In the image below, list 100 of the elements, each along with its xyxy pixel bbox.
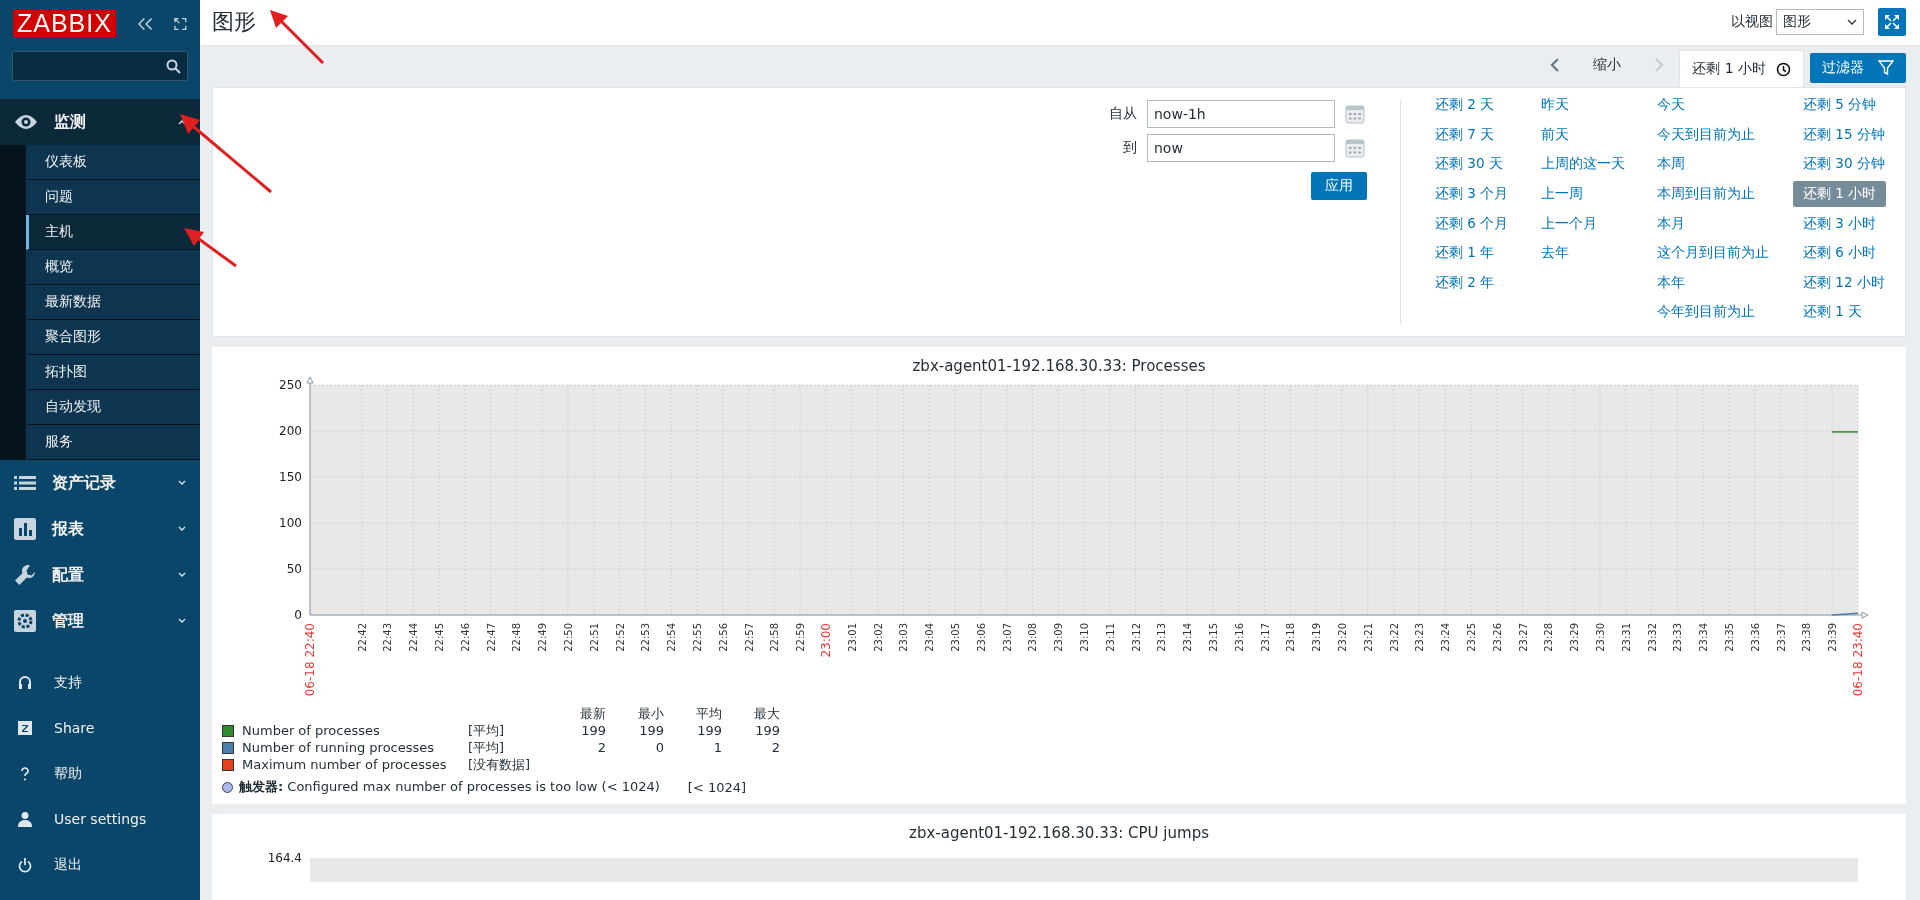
- menu-section[interactable]: 监测: [0, 99, 200, 145]
- quick-range-link[interactable]: 今年到目前为止: [1653, 301, 1759, 324]
- quick-range-link[interactable]: 还剩 2 年: [1431, 271, 1499, 294]
- x-tick-label: 23:29: [1569, 623, 1581, 653]
- quick-range-link[interactable]: 今天到目前为止: [1653, 123, 1759, 146]
- quick-range-link[interactable]: 这个月到目前为止: [1653, 242, 1773, 265]
- legend-item-name: Number of running processes: [242, 739, 436, 757]
- legend-column-header: 最新: [579, 705, 606, 723]
- quick-range-link[interactable]: 还剩 1 小时: [1793, 180, 1887, 207]
- quick-range-link[interactable]: 去年: [1537, 242, 1573, 265]
- menu-section[interactable]: 报表: [0, 506, 200, 552]
- x-tick-label: 23:37: [1775, 623, 1787, 653]
- footer-link[interactable]: User settings: [0, 796, 200, 842]
- to-field[interactable]: now: [1147, 134, 1335, 163]
- time-range-tab[interactable]: 还剩 1 小时: [1679, 50, 1804, 88]
- fullscreen-button[interactable]: [1878, 8, 1906, 37]
- footer-link[interactable]: Share: [0, 705, 200, 751]
- x-tick-label: 23:17: [1259, 623, 1271, 653]
- x-tick-label: 23:14: [1182, 623, 1194, 653]
- x-tick-label: 23:27: [1517, 623, 1529, 653]
- x-tick-label: 23:38: [1801, 623, 1813, 653]
- x-tick-label: 23:34: [1698, 623, 1710, 653]
- quick-range-link[interactable]: 今天: [1653, 94, 1689, 117]
- x-tick-label: 23:19: [1311, 623, 1323, 653]
- menu-item[interactable]: 拓扑图: [26, 355, 200, 390]
- chevron-left-icon[interactable]: [1550, 57, 1561, 74]
- menu-section[interactable]: 配置: [0, 552, 200, 598]
- x-tick-label: 23:30: [1595, 623, 1606, 653]
- x-tick-label: 22:56: [717, 623, 729, 653]
- from-field[interactable]: now-1h: [1147, 100, 1335, 129]
- page-title: 图形: [212, 8, 257, 37]
- quick-range-link[interactable]: 还剩 30 天: [1431, 153, 1507, 176]
- legend-value: 199: [638, 722, 664, 740]
- quick-range-link[interactable]: 昨天: [1537, 94, 1573, 117]
- footer-link[interactable]: 支持: [0, 660, 200, 706]
- legend-value: 199: [754, 722, 780, 740]
- zoom-out-link[interactable]: 缩小: [1575, 47, 1640, 84]
- quick-range-link[interactable]: 还剩 12 小时: [1799, 271, 1889, 294]
- footer-link[interactable]: 退出: [0, 842, 200, 888]
- legend-item-name: Maximum number of processes: [242, 756, 448, 774]
- from-label: 自从: [1108, 105, 1137, 124]
- quick-range-link[interactable]: 还剩 6 小时: [1799, 242, 1881, 265]
- x-tick-label: 22:49: [537, 623, 549, 653]
- x-tick-label: 23:26: [1491, 623, 1503, 653]
- quick-range-link[interactable]: 还剩 15 分钟: [1799, 123, 1889, 146]
- menu-item[interactable]: 概览: [26, 250, 200, 285]
- quick-range-link[interactable]: 还剩 3 小时: [1799, 212, 1881, 235]
- x-tick-label: 23:33: [1672, 623, 1684, 653]
- quick-range-link[interactable]: 前天: [1537, 123, 1573, 146]
- view-label: 以视图: [1731, 13, 1773, 32]
- search-field[interactable]: [12, 51, 188, 81]
- eye-icon: [14, 114, 38, 130]
- list-icon: [14, 475, 36, 491]
- calendar-icon[interactable]: [1345, 104, 1365, 125]
- legend-value: 199: [580, 722, 606, 740]
- x-tick-label: 23:24: [1440, 623, 1452, 653]
- calendar-icon[interactable]: [1345, 138, 1365, 159]
- search-icon[interactable]: [166, 58, 181, 74]
- filter-button[interactable]: 过滤器: [1810, 53, 1906, 84]
- quick-range-link[interactable]: 还剩 1 年: [1431, 242, 1499, 265]
- quick-range-link[interactable]: 上周的这一天: [1537, 153, 1629, 176]
- x-tick-label: 22:53: [640, 623, 652, 653]
- x-tick-label: 23:23: [1414, 623, 1426, 653]
- y-tick-label: 100: [279, 516, 302, 531]
- apply-button[interactable]: 应用: [1311, 172, 1367, 201]
- view-select[interactable]: 图形: [1776, 9, 1864, 36]
- menu-item[interactable]: 仪表板: [26, 145, 200, 180]
- quick-range-link[interactable]: 本周: [1653, 153, 1689, 176]
- legend-column-header: 最大: [753, 705, 780, 723]
- quick-range-link[interactable]: 上一周: [1537, 182, 1587, 205]
- quick-range-link[interactable]: 还剩 30 分钟: [1799, 153, 1889, 176]
- menu-item[interactable]: 服务: [26, 425, 200, 460]
- quick-range-link[interactable]: 还剩 5 分钟: [1799, 94, 1881, 117]
- menu-item[interactable]: 最新数据: [26, 285, 200, 320]
- menu-item[interactable]: 自动发现: [26, 390, 200, 425]
- x-tick-label: 23:21: [1362, 623, 1374, 653]
- collapse-icon[interactable]: [137, 16, 153, 31]
- expand-icon[interactable]: [174, 16, 187, 31]
- footer-link[interactable]: 帮助: [0, 751, 200, 797]
- quick-range-link[interactable]: 还剩 7 天: [1431, 123, 1499, 146]
- fullscreen-icon: [1884, 14, 1900, 31]
- quick-range-link[interactable]: 还剩 2 天: [1431, 94, 1499, 117]
- menu-item[interactable]: 聚合图形: [26, 320, 200, 355]
- menu-section[interactable]: 管理: [0, 598, 200, 644]
- quick-range-link[interactable]: 还剩 3 个月: [1431, 182, 1513, 205]
- x-tick-label: 23:20: [1337, 623, 1348, 653]
- menu-item[interactable]: 问题: [26, 180, 200, 215]
- quick-range-link[interactable]: 上一个月: [1537, 212, 1601, 235]
- quick-range-link[interactable]: 本月: [1653, 212, 1689, 235]
- zabbix-logo[interactable]: ZABBIX: [13, 10, 116, 37]
- x-tick-label: 23:15: [1208, 623, 1219, 653]
- menu-section[interactable]: 资产记录: [0, 460, 200, 506]
- menu-item[interactable]: 主机: [26, 215, 200, 250]
- quick-range-link[interactable]: 本周到目前为止: [1653, 182, 1759, 205]
- legend-function: [没有数据]: [468, 756, 532, 774]
- y-tick-label: 0: [294, 608, 302, 623]
- quick-range-link[interactable]: 本年: [1653, 271, 1689, 294]
- quick-range-link[interactable]: 还剩 6 个月: [1431, 212, 1513, 235]
- x-tick-label: 23:35: [1724, 623, 1735, 653]
- quick-range-link[interactable]: 还剩 1 天: [1799, 301, 1867, 324]
